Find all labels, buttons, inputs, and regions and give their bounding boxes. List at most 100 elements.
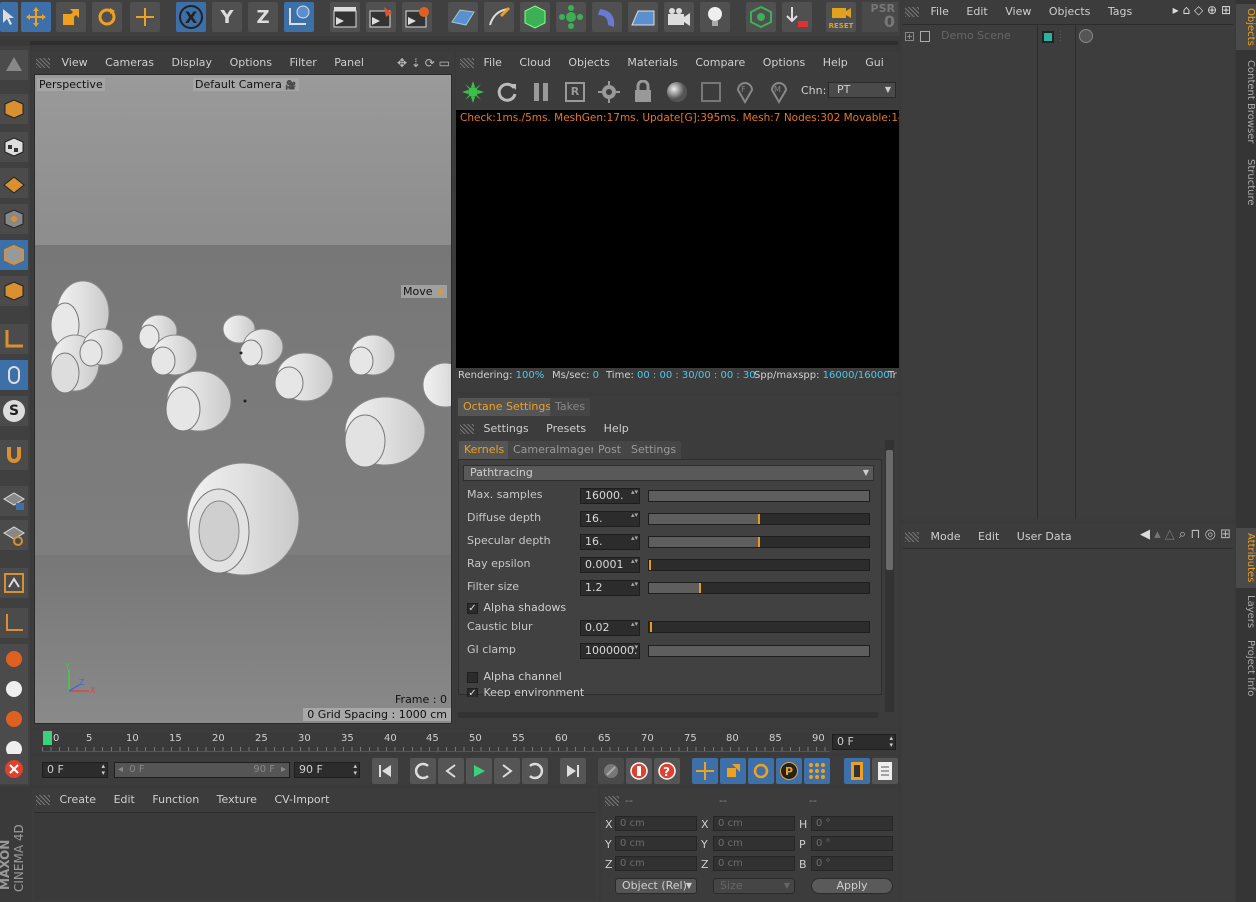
coord-pos-x-field[interactable]: 0 cm [615,816,697,831]
sculpt-1-button[interactable] [0,644,28,674]
edges-mode-button[interactable] [0,240,28,270]
prev-frame-button[interactable] [438,758,464,784]
octane-pick-material-button[interactable]: M [764,78,794,106]
viewport-menu-cameras[interactable]: Cameras [105,56,154,69]
workplane-axis-button[interactable] [0,520,28,550]
octane-tag-icon[interactable] [1079,29,1093,43]
specular-depth-field[interactable]: 16. [580,534,640,550]
range-slider[interactable]: ◂ 0 F 90 F ▸ [114,762,290,778]
alpha-shadows-checkbox[interactable]: ✓ [467,602,478,614]
camera-button[interactable] [664,2,694,32]
rotate-tool-button[interactable] [92,2,122,32]
sculpt-3-button[interactable] [0,704,28,734]
current-frame-field[interactable]: 0 F ▴ ▾ [832,734,896,750]
new-window-icon[interactable]: ⊞ [1220,527,1231,542]
render-canvas[interactable]: Check:1ms./5ms. MeshGen:17ms. Update[G]:… [456,110,899,368]
coord-rot-p-field[interactable]: 0 ° [811,836,893,851]
keep-env-row[interactable]: ✓ Keep environment [467,688,584,697]
range-right-arrow[interactable]: ▸ [281,763,286,777]
apply-button[interactable]: Apply [811,878,893,894]
channel-select[interactable]: PT ▼ [828,82,896,98]
new-window-icon[interactable]: ⊞ [1221,3,1231,17]
keep-env-checkbox[interactable]: ✓ [467,688,478,697]
multi-tool-button[interactable] [130,2,160,32]
viewport-menu-options[interactable]: Options [230,56,272,69]
max-samples-field[interactable]: 16000. [580,488,640,504]
lock-small-icon[interactable]: ⊕ [1207,3,1217,17]
settings-menu-settings[interactable]: Settings [484,422,529,435]
visibility-toggle[interactable] [1042,31,1054,43]
octane-menu-materials[interactable]: Materials [627,56,677,69]
polygons-mode-button[interactable] [0,276,28,306]
light-button[interactable] [700,2,730,32]
diffuse-depth-field[interactable]: 16. [580,511,640,527]
filter-size-slider[interactable] [648,582,870,594]
render-view-button[interactable] [330,2,360,32]
maximize-icon[interactable]: ▭ [439,56,450,70]
lock-workplane-button[interactable] [0,486,28,516]
octane-menu-objects[interactable]: Objects [568,56,610,69]
key-rotation-button[interactable] [748,758,774,784]
axis-tool-button[interactable] [0,608,28,638]
attributes-menu-edit[interactable]: Edit [978,530,999,543]
y-axis-button[interactable]: Y [212,2,242,32]
render-settings-button[interactable] [402,2,432,32]
playhead[interactable] [43,731,52,745]
octane-menu-file[interactable]: File [484,56,502,69]
material-menu-texture[interactable]: Texture [217,793,257,806]
material-menu-edit[interactable]: Edit [114,793,135,806]
key-parameter-button[interactable]: P [776,758,802,784]
subtab-cameraimager[interactable]: CameraImager [508,441,601,459]
settings-scrollbar[interactable] [885,440,894,712]
key-pla-button[interactable] [804,758,830,784]
forward-arrow-icon[interactable]: ▴ [1154,527,1161,542]
go-to-end-button[interactable] [560,758,586,784]
material-menu-cv-import[interactable]: CV-Import [274,793,329,806]
make-editable-button[interactable] [0,50,28,80]
octane-menu-gui[interactable]: Gui [865,56,884,69]
octane-restart-button[interactable] [492,78,522,106]
magnet-button[interactable] [0,440,28,470]
coord-size-y-field[interactable]: 0 cm [713,836,795,851]
scheme-button[interactable] [872,758,898,784]
tab-takes[interactable]: Takes [550,398,591,416]
coord-mode-select[interactable]: Object (Rel) ▼ [615,878,697,894]
z-axis-button[interactable]: Z [248,2,278,32]
end-frame-field[interactable]: 90 F ▴ ▾ [294,762,360,778]
pan-icon[interactable]: ✥ [397,56,407,70]
object-menu-file[interactable]: File [931,5,949,18]
up-arrow-icon[interactable]: △ [1165,527,1175,542]
alpha-shadows-row[interactable]: ✓ Alpha shadows [467,601,566,614]
scale-tool-button[interactable] [56,2,86,32]
prev-key-button[interactable] [410,758,436,784]
octane-clay-button[interactable] [696,78,726,106]
deformer-button[interactable] [592,2,622,32]
settings-menu-presets[interactable]: Presets [546,422,586,435]
timeline-window-button[interactable] [844,758,870,784]
scrollbar-thumb[interactable] [886,450,893,570]
collapse-icon[interactable]: ◇ [1194,3,1203,17]
settings-menu-help[interactable]: Help [604,422,629,435]
tweak-mode-button[interactable] [0,360,28,390]
octane-send-scene-button[interactable] [458,78,488,106]
max-samples-slider[interactable] [648,490,870,502]
start-frame-field[interactable]: 0 F ▴ ▾ [42,762,108,778]
octane-material-button[interactable] [662,78,692,106]
render-picture-viewer-button[interactable] [366,2,396,32]
close-tool-button[interactable] [0,754,28,784]
octane-live-button[interactable] [782,2,812,32]
settings-hscroll[interactable] [458,712,878,718]
octane-pause-button[interactable] [526,78,556,106]
enable-axis-button[interactable] [0,324,28,354]
side-tab-structure[interactable]: Structure [1236,154,1256,210]
expand-icon[interactable]: + [905,32,914,41]
key-scale-button[interactable] [720,758,746,784]
gi-clamp-slider[interactable] [648,645,870,657]
ray-epsilon-field[interactable]: 0.0001 [580,557,640,573]
octane-region-button[interactable]: R [560,78,590,106]
viewport-menu-filter[interactable]: Filter [290,56,317,69]
model-mode-button[interactable] [0,94,28,124]
filter-size-field[interactable]: 1.2 [580,580,640,596]
object-menu-edit[interactable]: Edit [966,5,987,18]
object-menu-view[interactable]: View [1005,5,1031,18]
